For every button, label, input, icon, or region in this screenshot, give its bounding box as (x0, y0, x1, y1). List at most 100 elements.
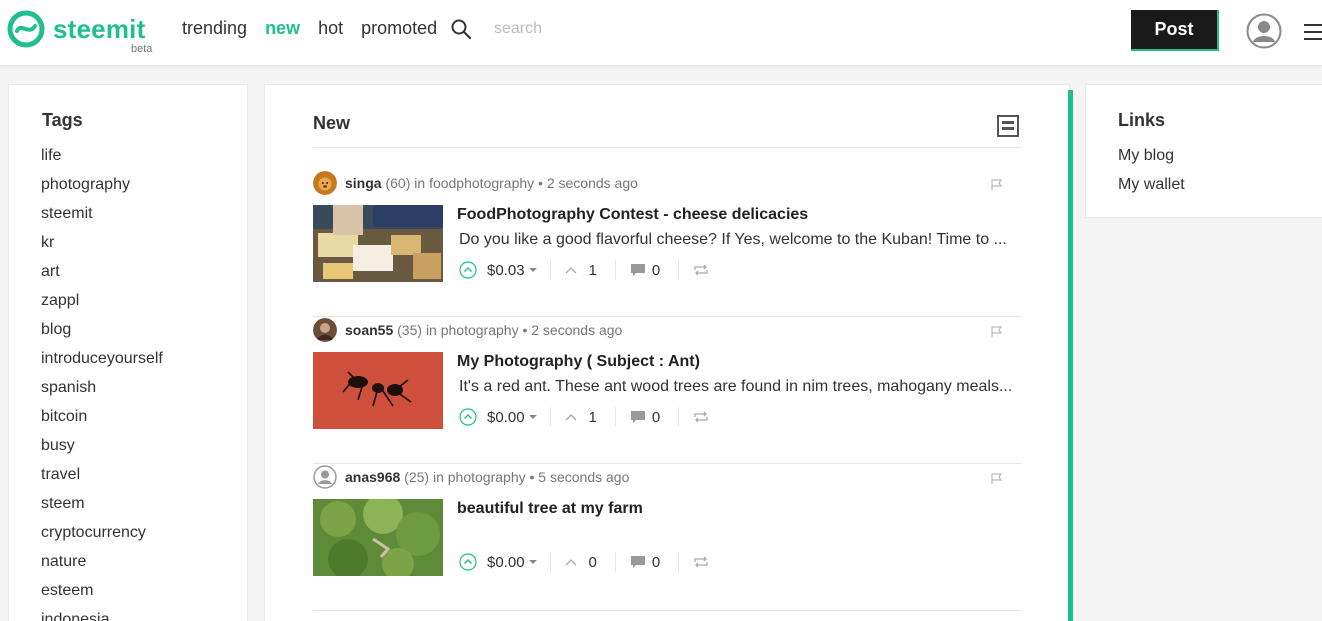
tag-link[interactable]: steemit (41, 205, 163, 234)
tag-link[interactable]: cryptocurrency (41, 524, 163, 553)
divider (678, 407, 680, 427)
steemit-logo[interactable]: steemit beta (7, 10, 157, 56)
post-excerpt[interactable]: Do you like a good flavorful cheese? If … (459, 231, 1019, 249)
comment-count[interactable]: 0 (652, 409, 660, 426)
post-divider (313, 316, 1021, 317)
search-input[interactable] (494, 18, 694, 40)
author-name[interactable]: soan55 (345, 322, 393, 338)
tag-link[interactable]: blog (41, 321, 163, 350)
post-time[interactable]: • 2 seconds ago (538, 175, 638, 191)
post-thumbnail[interactable] (313, 499, 443, 576)
flag-icon[interactable] (991, 326, 1003, 338)
nav-hot[interactable]: hot (318, 18, 343, 39)
main-nav: trending new hot promoted (182, 18, 455, 39)
tag-link[interactable]: life (41, 147, 163, 176)
author-avatar[interactable] (313, 465, 337, 489)
post-meta: anas968 (25) in photography • 5 seconds … (345, 469, 629, 485)
divider (678, 260, 680, 280)
post-excerpt[interactable]: It's a red ant. These ant wood trees are… (459, 378, 1019, 396)
chevron-down-icon[interactable] (528, 266, 538, 274)
tag-link[interactable]: introduceyourself (41, 350, 163, 379)
divider (678, 552, 680, 572)
post-title[interactable]: beautiful tree at my farm (457, 500, 643, 518)
divider (549, 407, 551, 427)
tag-link[interactable]: indonesia (41, 611, 163, 621)
post-category[interactable]: photography (448, 469, 526, 485)
tag-link[interactable]: photography (41, 176, 163, 205)
post-time[interactable]: • 5 seconds ago (530, 469, 630, 485)
flag-icon[interactable] (991, 179, 1003, 191)
nav-trending[interactable]: trending (182, 18, 247, 39)
tags-title: Tags (42, 110, 83, 130)
post-thumbnail[interactable] (313, 352, 443, 429)
tag-link[interactable]: art (41, 263, 163, 292)
upvote-icon[interactable] (459, 261, 477, 279)
author-reputation: (60) (385, 175, 411, 191)
comment-icon[interactable] (630, 555, 646, 569)
links-sidebar: Links My blog My wallet (1085, 84, 1322, 218)
reblog-icon[interactable] (693, 264, 709, 276)
tag-link[interactable]: zappl (41, 292, 163, 321)
tag-link[interactable]: travel (41, 466, 163, 495)
my-blog-link[interactable]: My blog (1118, 147, 1185, 176)
post-category[interactable]: foodphotography (429, 175, 534, 191)
reblog-icon[interactable] (693, 556, 709, 568)
chevron-down-icon[interactable] (528, 558, 538, 566)
vote-count[interactable]: 1 (589, 262, 597, 279)
post-button[interactable]: Post (1131, 10, 1219, 51)
chevron-down-icon[interactable] (528, 413, 538, 421)
vote-count[interactable]: 0 (589, 554, 597, 571)
hamburger-menu-icon[interactable] (1304, 23, 1322, 41)
post-divider (313, 610, 1021, 611)
post-actions: $0.00 0 0 (459, 551, 709, 573)
my-wallet-link[interactable]: My wallet (1118, 176, 1185, 205)
tag-link[interactable]: kr (41, 234, 163, 263)
beta-badge: beta (131, 43, 153, 55)
tags-list: life photography steemit kr art zappl bl… (41, 147, 163, 621)
search-icon[interactable] (450, 18, 472, 40)
post-feed: New singa (60) in foodphotography • 2 se… (264, 84, 1070, 621)
post-category[interactable]: photography (441, 322, 519, 338)
flag-icon[interactable] (991, 473, 1003, 485)
post-title[interactable]: FoodPhotography Contest - cheese delicac… (457, 206, 808, 224)
post-item: singa (60) in foodphotography • 2 second… (313, 171, 1021, 317)
comment-count[interactable]: 0 (652, 262, 660, 279)
author-name[interactable]: singa (345, 175, 382, 191)
links-list: My blog My wallet (1118, 147, 1185, 205)
post-item: soan55 (35) in photography • 2 seconds a… (313, 318, 1021, 464)
post-meta: soan55 (35) in photography • 2 seconds a… (345, 322, 622, 338)
tag-link[interactable]: nature (41, 553, 163, 582)
author-name[interactable]: anas968 (345, 469, 400, 485)
user-avatar-icon[interactable] (1246, 13, 1282, 49)
upvote-icon[interactable] (459, 553, 477, 571)
nav-promoted[interactable]: promoted (361, 18, 437, 39)
post-item: anas968 (25) in photography • 5 seconds … (313, 465, 1021, 611)
vote-count[interactable]: 1 (589, 409, 597, 426)
author-reputation: (35) (397, 322, 423, 338)
nav-new[interactable]: new (265, 18, 300, 39)
payout-value[interactable]: $0.03 (487, 262, 525, 279)
author-avatar[interactable] (313, 171, 337, 195)
tag-link[interactable]: spanish (41, 379, 163, 408)
payout-value[interactable]: $0.00 (487, 554, 525, 571)
upvote-icon[interactable] (459, 408, 477, 426)
tag-link[interactable]: bitcoin (41, 408, 163, 437)
votes-chevron-up-icon (565, 267, 577, 274)
feed-title: New (313, 113, 351, 133)
comment-icon[interactable] (630, 410, 646, 424)
tag-link[interactable]: busy (41, 437, 163, 466)
photo-avatar-icon (313, 318, 337, 342)
author-avatar[interactable] (313, 318, 337, 342)
layout-toggle-icon[interactable] (997, 115, 1019, 137)
comment-count[interactable]: 0 (652, 554, 660, 571)
votes-chevron-up-icon (565, 559, 577, 566)
post-thumbnail[interactable] (313, 205, 443, 282)
post-time[interactable]: • 2 seconds ago (522, 322, 622, 338)
steemit-logo-icon (7, 10, 45, 48)
tag-link[interactable]: steem (41, 495, 163, 524)
comment-icon[interactable] (630, 263, 646, 277)
payout-value[interactable]: $0.00 (487, 409, 525, 426)
reblog-icon[interactable] (693, 411, 709, 423)
tag-link[interactable]: esteem (41, 582, 163, 611)
post-title[interactable]: My Photography ( Subject : Ant) (457, 353, 700, 371)
